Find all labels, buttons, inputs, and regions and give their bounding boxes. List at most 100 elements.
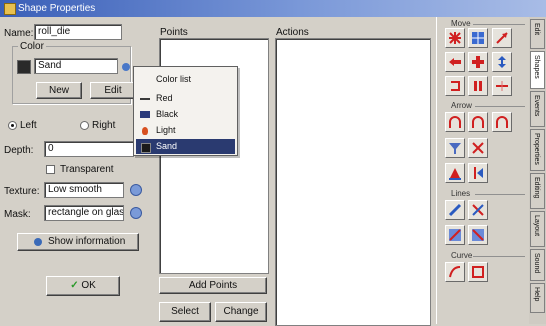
tab-label: Sound <box>533 253 540 274</box>
tab-label: Shapes <box>533 55 540 79</box>
tab-label: Events <box>533 95 540 117</box>
tab-layout[interactable]: Layout <box>530 211 545 247</box>
burst-icon[interactable] <box>445 28 465 48</box>
points-title: Points <box>160 27 188 38</box>
toolbox-panel: Move Arrow Lines Curve <box>436 17 529 324</box>
curve-line-icon[interactable] <box>445 262 465 282</box>
tab-properties[interactable]: Properties <box>530 129 545 171</box>
show-info-label: Show information <box>48 236 126 247</box>
side-right-label: Right <box>92 120 116 131</box>
section-lines-label: Lines <box>451 189 471 198</box>
diagonal-arrow-icon[interactable] <box>492 28 512 48</box>
select-button[interactable]: Select <box>159 302 211 322</box>
menu-item-light[interactable]: Light <box>136 123 235 138</box>
pause-arrows-icon[interactable] <box>468 76 488 96</box>
window-title: Shape Properties <box>18 3 96 14</box>
tab-label: Help <box>533 287 540 302</box>
pencil-icon[interactable] <box>445 200 465 220</box>
color-dropdown-menu[interactable]: Color list Red Black Light Sand <box>133 66 238 156</box>
tab-label: Layout <box>533 215 540 237</box>
texture-browse-icon[interactable] <box>130 184 142 196</box>
name-field[interactable]: roll_die <box>34 24 122 40</box>
side-right-radio[interactable] <box>80 121 89 130</box>
arch-icon[interactable] <box>492 112 512 132</box>
updown-arrow-icon[interactable] <box>492 52 512 72</box>
texture-label: Texture: <box>4 186 40 197</box>
rotate-icon[interactable] <box>445 76 465 96</box>
ok-button[interactable]: ✓ OK <box>46 276 120 296</box>
menu-item-color-list[interactable]: Color list <box>136 72 235 87</box>
tab-sound[interactable]: Sound <box>530 249 545 281</box>
triangle-flag-icon[interactable] <box>445 163 465 183</box>
new-button[interactable]: New <box>36 82 82 99</box>
side-left-radio[interactable] <box>8 121 17 130</box>
divider <box>473 24 525 25</box>
actions-list[interactable] <box>275 38 431 326</box>
depth-label: Depth: <box>4 145 34 156</box>
tab-editing[interactable]: Editing <box>530 173 545 209</box>
divider <box>473 256 525 257</box>
info-icon <box>34 238 42 246</box>
add-points-button[interactable]: Add Points <box>159 277 267 294</box>
tab-edit[interactable]: Edit <box>530 19 545 49</box>
section-move-label: Move <box>451 19 471 28</box>
flame-icon <box>142 127 148 135</box>
left-arrow-icon[interactable] <box>445 52 465 72</box>
divider <box>475 106 525 107</box>
grid-icon[interactable] <box>468 28 488 48</box>
cross-arrow-icon[interactable] <box>468 52 488 72</box>
side-left-label: Left <box>20 120 37 131</box>
color-swatch-icon <box>17 60 31 74</box>
x-mark-icon[interactable] <box>468 200 488 220</box>
tab-help[interactable]: Help <box>530 283 545 313</box>
line-icon <box>140 98 150 100</box>
line-segment-icon[interactable] <box>445 225 465 245</box>
ok-label: OK <box>81 280 96 291</box>
name-label: Name: <box>4 28 34 39</box>
tab-label: Edit <box>533 23 540 36</box>
vertical-tab-strip: Edit Shapes Events Properties Editing La… <box>529 17 546 324</box>
arch-icon[interactable] <box>468 112 488 132</box>
bar-icon <box>140 111 150 118</box>
actions-title: Actions <box>276 27 309 38</box>
texture-field[interactable]: Low smooth <box>44 182 124 198</box>
funnel-icon[interactable] <box>445 138 465 158</box>
grid-cross-icon[interactable] <box>468 225 488 245</box>
color-select[interactable]: Sand <box>34 58 118 74</box>
title-bar: Shape Properties <box>0 0 546 17</box>
menu-item-label: Light <box>156 125 176 135</box>
mask-label: Mask: <box>4 209 31 220</box>
k-arrow-icon[interactable] <box>468 163 488 183</box>
edit-button[interactable]: Edit <box>90 82 136 99</box>
arch-icon[interactable] <box>445 112 465 132</box>
menu-item-label: Color list <box>156 74 192 84</box>
app-icon <box>4 3 16 15</box>
glass-icon <box>141 143 151 153</box>
section-curve-label: Curve <box>451 251 473 260</box>
tab-shapes[interactable]: Shapes <box>530 51 545 89</box>
tab-label: Editing <box>533 177 540 199</box>
menu-item-black[interactable]: Black <box>136 107 235 122</box>
menu-item-red[interactable]: Red <box>136 91 235 106</box>
checkmark-icon: ✓ <box>70 280 79 291</box>
depth-field[interactable]: 0 <box>44 141 134 157</box>
color-group-label: Color <box>18 41 46 52</box>
menu-item-sand[interactable]: Sand <box>136 139 235 154</box>
change-button[interactable]: Change <box>215 302 267 322</box>
dropdown-icon[interactable] <box>122 63 130 71</box>
mask-browse-icon[interactable] <box>130 207 142 219</box>
section-arrow-label: Arrow <box>451 101 472 110</box>
divider <box>475 194 525 195</box>
tab-events[interactable]: Events <box>530 91 545 127</box>
menu-item-label: Red <box>156 93 173 103</box>
transparent-label: Transparent <box>60 164 114 175</box>
tab-label: Properties <box>533 133 540 165</box>
transparent-checkbox[interactable] <box>46 165 55 174</box>
menu-item-label: Sand <box>156 141 178 151</box>
square-grid-icon[interactable] <box>468 262 488 282</box>
menu-item-label: Black <box>156 109 179 119</box>
split-arrow-icon[interactable] <box>492 76 512 96</box>
show-info-button[interactable]: Show information <box>17 233 139 251</box>
scissor-icon[interactable] <box>468 138 488 158</box>
mask-field[interactable]: rectangle on glass <box>44 205 124 221</box>
